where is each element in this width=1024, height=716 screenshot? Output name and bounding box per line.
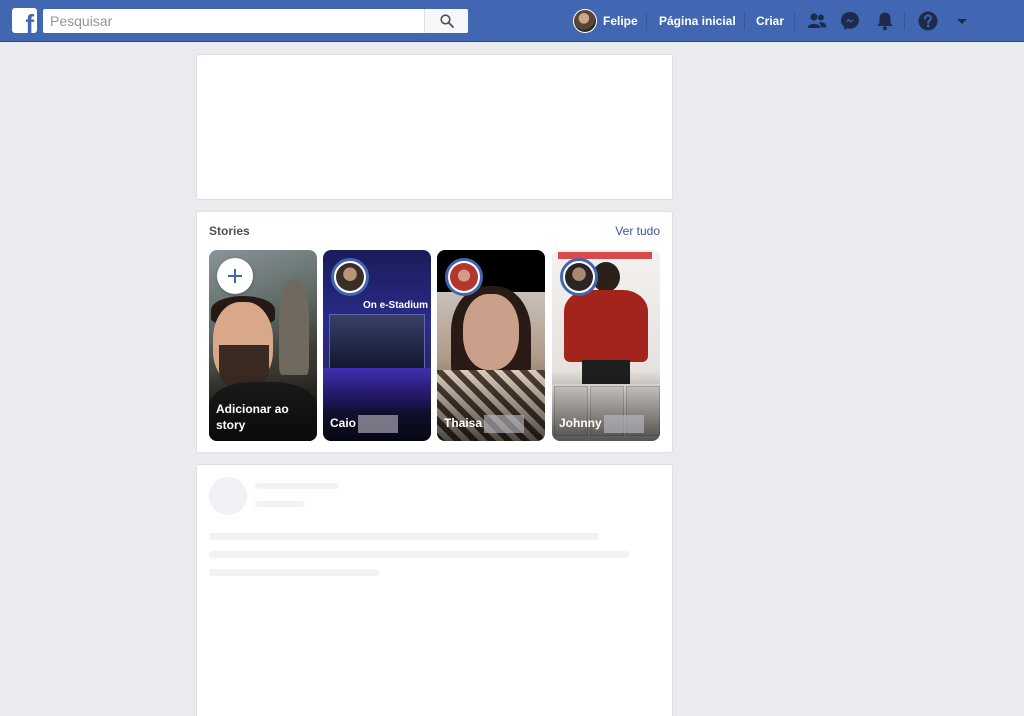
story-card[interactable]: Thaisa bbox=[437, 250, 545, 441]
see-all-link[interactable]: Ver tudo bbox=[615, 224, 660, 238]
skeleton-line bbox=[255, 483, 339, 489]
composer-card bbox=[196, 54, 673, 200]
story-photo-detail bbox=[564, 290, 648, 362]
story-label: Adicionar ao story bbox=[216, 402, 289, 432]
messenger-icon[interactable] bbox=[839, 10, 861, 32]
avatar bbox=[450, 263, 478, 291]
user-name: Felipe bbox=[603, 14, 638, 28]
story-avatar-ring bbox=[445, 258, 483, 296]
stories-card: Stories Ver tudo Adicionar ao story On e… bbox=[196, 211, 673, 453]
blurred-name bbox=[603, 415, 644, 433]
story-photo bbox=[329, 314, 425, 369]
story-label: Johnny bbox=[559, 416, 602, 431]
story-card-add[interactable]: Adicionar ao story bbox=[209, 250, 317, 441]
skeleton-line bbox=[255, 501, 305, 507]
story-overlay-text: On e-Stadium bbox=[363, 300, 429, 311]
notifications-bell-icon[interactable] bbox=[874, 10, 896, 32]
help-icon[interactable] bbox=[917, 10, 939, 32]
skeleton-avatar bbox=[209, 477, 247, 515]
story-label: Thaisa bbox=[444, 416, 483, 431]
skeleton-line bbox=[209, 533, 599, 540]
blurred-name bbox=[358, 415, 399, 433]
story-photo-detail bbox=[463, 294, 519, 370]
story-label-row: Caio bbox=[330, 415, 425, 433]
story-avatar-ring bbox=[560, 258, 598, 296]
story-avatar-ring bbox=[331, 258, 369, 296]
facebook-logo-letter: f bbox=[25, 9, 34, 33]
story-card[interactable]: Johnny bbox=[552, 250, 660, 441]
search-icon bbox=[440, 14, 454, 28]
skeleton-line bbox=[209, 551, 629, 558]
story-photo bbox=[279, 280, 309, 375]
avatar bbox=[573, 9, 597, 33]
top-navigation-bar: f Felipe Página inicial Criar bbox=[0, 0, 1024, 42]
skeleton-line bbox=[209, 569, 379, 576]
story-label: Caio bbox=[330, 416, 357, 431]
nav-divider bbox=[904, 12, 905, 30]
stories-title: Stories bbox=[209, 224, 250, 238]
friend-requests-icon[interactable] bbox=[806, 10, 828, 32]
home-link[interactable]: Página inicial bbox=[659, 14, 736, 28]
story-photo-detail bbox=[558, 252, 652, 259]
add-story-button[interactable] bbox=[217, 258, 253, 294]
feed-post-skeleton bbox=[196, 464, 673, 716]
story-label-row: Johnny bbox=[559, 415, 654, 433]
search-button[interactable] bbox=[424, 9, 468, 33]
plus-icon bbox=[228, 269, 242, 283]
search-input[interactable] bbox=[43, 9, 423, 33]
story-label-row: Thaisa bbox=[444, 415, 539, 433]
nav-divider bbox=[744, 12, 745, 30]
blurred-name bbox=[484, 415, 525, 433]
nav-divider bbox=[794, 12, 795, 30]
chevron-down-icon[interactable] bbox=[951, 10, 973, 32]
search-box bbox=[43, 9, 468, 33]
nav-divider bbox=[646, 12, 647, 30]
avatar bbox=[565, 263, 593, 291]
facebook-logo[interactable]: f bbox=[12, 8, 37, 33]
story-card[interactable]: On e-Stadium Caio bbox=[323, 250, 431, 441]
avatar bbox=[336, 263, 364, 291]
create-link[interactable]: Criar bbox=[756, 14, 784, 28]
profile-link[interactable]: Felipe bbox=[573, 9, 638, 33]
